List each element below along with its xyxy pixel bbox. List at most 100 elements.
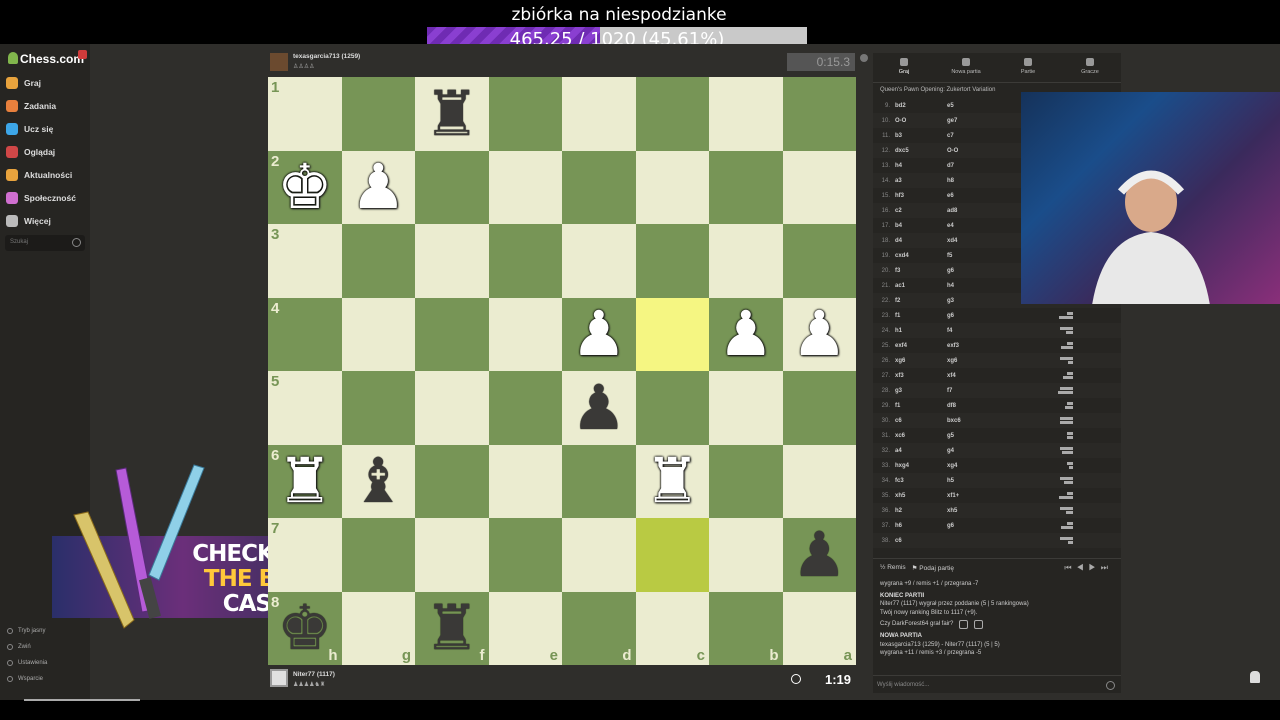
black-move[interactable]: f4 — [947, 328, 1027, 334]
board-square[interactable] — [635, 371, 709, 445]
board-square[interactable] — [341, 77, 415, 151]
board-square[interactable]: c — [635, 591, 709, 665]
board-square[interactable] — [415, 371, 489, 445]
board-square[interactable]: 8 h ♚ — [268, 591, 342, 665]
sidebar-item-more[interactable]: Więcej — [6, 212, 51, 230]
chess-piece[interactable]: ♜ — [424, 597, 480, 659]
sidebar-item-learn[interactable]: Ucz się — [6, 120, 53, 138]
board-square[interactable] — [562, 224, 636, 298]
board-square[interactable] — [709, 224, 783, 298]
board-square[interactable] — [488, 224, 562, 298]
board-square[interactable]: d — [562, 591, 636, 665]
black-move[interactable]: c7 — [947, 133, 1027, 139]
black-move[interactable]: g6 — [947, 523, 1027, 529]
black-move[interactable]: bxc6 — [947, 418, 1027, 424]
white-move[interactable]: a4 — [895, 448, 947, 454]
black-move[interactable]: xg6 — [947, 358, 1027, 364]
board-square[interactable] — [709, 150, 783, 224]
white-move[interactable]: xc6 — [895, 433, 947, 439]
black-move[interactable]: df8 — [947, 403, 1027, 409]
sidebar-item-watch[interactable]: Oglądaj — [6, 143, 55, 161]
board-square[interactable] — [635, 518, 709, 592]
white-move[interactable]: b4 — [895, 223, 947, 229]
black-move[interactable]: xg4 — [947, 463, 1027, 469]
sidebar-footer-item[interactable]: Ustawienia — [7, 660, 47, 666]
board-square[interactable] — [635, 297, 709, 371]
black-move[interactable]: f7 — [947, 388, 1027, 394]
sidebar-item-news[interactable]: Aktualności — [6, 166, 72, 184]
white-move[interactable]: h2 — [895, 508, 947, 514]
white-move[interactable]: ac1 — [895, 283, 947, 289]
board-square[interactable] — [341, 371, 415, 445]
board-square[interactable]: ♟ — [562, 371, 636, 445]
thumbs-down-icon[interactable] — [974, 620, 984, 629]
black-move[interactable]: ge7 — [947, 118, 1027, 124]
white-move[interactable]: hxg4 — [895, 463, 947, 469]
tab-1[interactable]: Nowa partia — [935, 53, 997, 82]
board-square[interactable] — [562, 518, 636, 592]
black-move[interactable]: f5 — [947, 253, 1027, 259]
white-move[interactable]: b3 — [895, 133, 947, 139]
board-square[interactable] — [635, 77, 709, 151]
player-name[interactable]: Niter77 (1117) — [293, 671, 335, 678]
white-move[interactable]: cxd4 — [895, 253, 947, 259]
thumbs-up-icon[interactable] — [959, 620, 969, 629]
black-move[interactable]: h5 — [947, 478, 1027, 484]
white-move[interactable]: g3 — [895, 388, 947, 394]
chess-piece[interactable]: ♚ — [277, 156, 333, 218]
board-square[interactable]: 5 — [268, 371, 342, 445]
chess-piece[interactable]: ♟ — [350, 156, 406, 218]
board-square[interactable] — [709, 444, 783, 518]
board-square[interactable] — [709, 77, 783, 151]
board-square[interactable]: ♟ — [709, 297, 783, 371]
black-move[interactable]: ad8 — [947, 208, 1027, 214]
board-square[interactable] — [562, 77, 636, 151]
opponent-name[interactable]: texasgarcia713 (1259) — [293, 53, 360, 60]
board-square[interactable] — [415, 444, 489, 518]
board-square[interactable] — [782, 371, 856, 445]
flip-board-icon[interactable] — [860, 54, 868, 62]
board-square[interactable]: b — [709, 591, 783, 665]
black-move[interactable]: g5 — [947, 433, 1027, 439]
board-square[interactable]: e — [488, 591, 562, 665]
white-move[interactable]: xf3 — [895, 373, 947, 379]
board-square[interactable] — [488, 77, 562, 151]
white-move[interactable]: f2 — [895, 298, 947, 304]
white-move[interactable]: xh5 — [895, 493, 947, 499]
sidebar-item-play[interactable]: Graj — [6, 74, 41, 92]
board-square[interactable]: 2 ♚ — [268, 150, 342, 224]
emoji-icon[interactable] — [1106, 681, 1115, 690]
chess-piece[interactable]: ♚ — [277, 597, 333, 659]
black-move[interactable]: h4 — [947, 283, 1027, 289]
white-move[interactable]: dxc5 — [895, 148, 947, 154]
white-move[interactable]: h4 — [895, 163, 947, 169]
black-move[interactable]: exf3 — [947, 343, 1027, 349]
board-square[interactable]: 1 — [268, 77, 342, 151]
board-square[interactable]: ♝ — [341, 444, 415, 518]
board-square[interactable] — [341, 297, 415, 371]
chat-input[interactable]: Wyślij wiadomość... — [873, 675, 1121, 693]
black-move[interactable]: e5 — [947, 103, 1027, 109]
board-square[interactable] — [488, 297, 562, 371]
chess-piece[interactable]: ♟ — [571, 303, 627, 365]
black-move[interactable]: xf1+ — [947, 493, 1027, 499]
tab-2[interactable]: Partie — [997, 53, 1059, 82]
white-move[interactable]: exf4 — [895, 343, 947, 349]
board-square[interactable]: ♟ — [341, 150, 415, 224]
board-square[interactable]: ♜ — [415, 77, 489, 151]
black-move[interactable]: g6 — [947, 313, 1027, 319]
white-move[interactable]: O-O — [895, 118, 947, 124]
draw-button[interactable]: ½ Remis — [880, 564, 906, 571]
black-move[interactable]: g4 — [947, 448, 1027, 454]
board-square[interactable] — [782, 444, 856, 518]
black-move[interactable]: e4 — [947, 223, 1027, 229]
opponent-avatar[interactable] — [270, 53, 288, 71]
resign-button[interactable]: ⚑ Podaj partię — [912, 564, 954, 572]
player-avatar[interactable] — [270, 669, 288, 687]
chess-piece[interactable]: ♟ — [571, 376, 627, 439]
board-square[interactable] — [562, 444, 636, 518]
chess-piece[interactable]: ♜ — [644, 450, 700, 512]
black-move[interactable]: xh5 — [947, 508, 1027, 514]
board-square[interactable] — [782, 224, 856, 298]
chess-board[interactable]: 1 ♜ 2 ♚ ♟ 3 4 ♟ ♟ ♟ 5 ♟ 6 ♜ ♝ ♜ 7 ♟ 8 h ♚ g f ♜ e d c b a — [268, 77, 856, 665]
